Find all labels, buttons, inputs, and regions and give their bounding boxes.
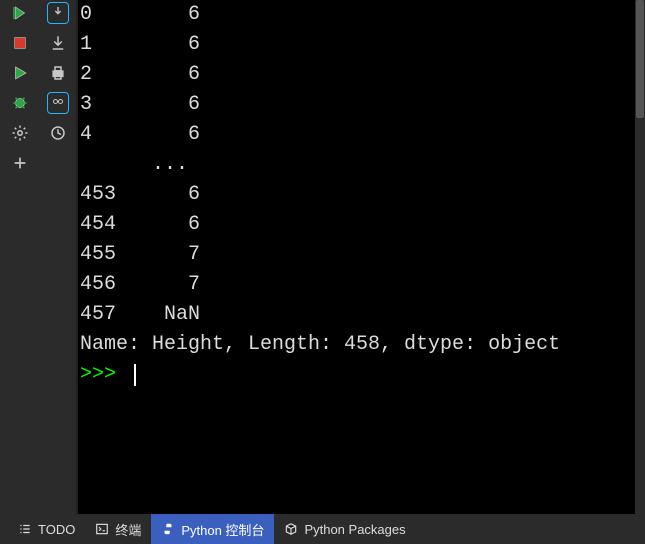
tab-label: Python 控制台 <box>181 520 264 539</box>
settings-gear-icon[interactable] <box>9 122 31 144</box>
export-icon[interactable] <box>47 2 69 24</box>
data-row: 1 6 <box>80 33 200 56</box>
console-tool-gutter <box>40 0 78 544</box>
data-row: 457 NaN <box>80 303 200 326</box>
data-row: 3 6 <box>80 93 200 116</box>
tab-label: 终端 <box>115 520 141 539</box>
console-output: 0 6 1 6 2 6 3 6 4 6 ... 453 6 454 6 455 … <box>78 0 645 532</box>
python-console[interactable]: 0 6 1 6 2 6 3 6 4 6 ... 453 6 454 6 455 … <box>78 0 645 544</box>
vscroll-thumb[interactable] <box>636 0 644 118</box>
bug-icon[interactable] <box>9 92 31 114</box>
vertical-scrollbar[interactable] <box>635 0 645 514</box>
stop-icon[interactable] <box>9 32 31 54</box>
prompt-line[interactable]: >>> <box>80 360 645 390</box>
tab-python-packages[interactable]: Python Packages <box>274 514 415 544</box>
tab-python-console[interactable]: Python 控制台 <box>151 514 274 544</box>
run-gutter <box>0 0 40 544</box>
data-row: 2 6 <box>80 63 200 86</box>
terminal-icon <box>95 522 109 536</box>
data-row: 456 7 <box>80 273 200 296</box>
tab-todo[interactable]: TODO <box>8 514 85 544</box>
add-plus-icon[interactable] <box>9 152 31 174</box>
tab-label: Python Packages <box>304 522 405 537</box>
goggles-icon[interactable] <box>47 92 69 114</box>
text-caret <box>134 364 136 386</box>
history-icon[interactable] <box>47 122 69 144</box>
data-row: 455 7 <box>80 243 200 266</box>
data-row: 453 6 <box>80 183 200 206</box>
ellipsis-row: ... <box>80 153 188 176</box>
rerun-icon[interactable] <box>9 2 31 24</box>
tab-terminal[interactable]: 终端 <box>85 514 151 544</box>
print-icon[interactable] <box>47 62 69 84</box>
download-icon[interactable] <box>47 32 69 54</box>
app-root: 0 6 1 6 2 6 3 6 4 6 ... 453 6 454 6 455 … <box>0 0 645 544</box>
data-row: 4 6 <box>80 123 200 146</box>
data-row: 454 6 <box>80 213 200 236</box>
series-summary: Name: Height, Length: 458, dtype: object <box>80 333 560 356</box>
tool-window-tab-bar: TODO 终端 Python 控制台 Python Packages <box>0 514 645 544</box>
packages-icon <box>284 522 298 536</box>
run-icon[interactable] <box>9 62 31 84</box>
tab-label: TODO <box>38 522 75 537</box>
prompt: >>> <box>80 360 128 390</box>
data-row: 0 6 <box>80 3 200 26</box>
python-icon <box>161 522 175 536</box>
list-icon <box>18 522 32 536</box>
